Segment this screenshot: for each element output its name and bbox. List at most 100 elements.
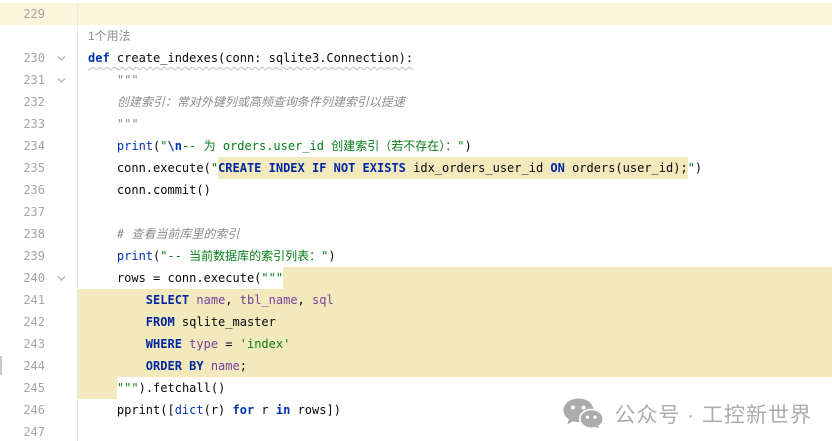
line-number[interactable]: 233 [0, 113, 45, 135]
code-token: , [298, 289, 312, 311]
fold-gutter-space [45, 399, 77, 421]
code-token: conn.execute( [88, 157, 211, 179]
code-content[interactable]: print("\n-- 为 orders.user_id 创建索引（若不存在）：… [78, 135, 832, 157]
line-number[interactable]: 246 [0, 399, 45, 421]
line-number[interactable]: 238 [0, 223, 45, 245]
code-line: 230 def create_indexes(conn: sqlite3.Conn… [0, 47, 832, 69]
code-token: SELECT [146, 289, 189, 311]
code-content[interactable]: FROM sqlite_master [78, 311, 832, 333]
code-content[interactable]: 1个用法 [78, 25, 832, 47]
line-number[interactable]: 245 [0, 377, 45, 399]
code-content[interactable]: def create_indexes(conn: sqlite3.Connect… [78, 47, 832, 69]
fold-gutter-space [45, 333, 77, 355]
code-line: 234 print("\n-- 为 orders.user_id 创建索引（若不… [0, 135, 832, 157]
line-number[interactable]: 234 [0, 135, 45, 157]
code-token: ) [695, 157, 702, 179]
code-content[interactable]: """).fetchall() [78, 377, 832, 399]
fold-gutter-space [45, 245, 77, 267]
code-token: """ [117, 377, 139, 399]
code-content[interactable]: """ [78, 69, 832, 91]
usages-inlay-hint[interactable]: 1个用法 [88, 25, 131, 47]
gutter: 244 [0, 355, 78, 377]
code-content[interactable]: ORDER BY name; [78, 355, 832, 377]
code-token: idx_orders_user_id [406, 157, 551, 179]
code-content[interactable]: print("-- 当前数据库的索引列表：") [78, 245, 832, 267]
fold-chevron-icon[interactable] [45, 47, 77, 69]
code-line: 1个用法 [0, 25, 832, 47]
code-content[interactable]: WHERE type = 'index' [78, 333, 832, 355]
code-token: print [117, 135, 153, 157]
fold-gutter-space [45, 113, 77, 135]
code-content[interactable]: """ [78, 113, 832, 135]
fold-gutter-space [45, 223, 77, 245]
line-number[interactable]: 231 [0, 69, 45, 91]
code-token [189, 289, 196, 311]
gutter: 241 [0, 289, 78, 311]
code-token: -- 为 orders.user_id 创建索引（若不存在）： [182, 135, 457, 157]
code-token: sql [312, 289, 334, 311]
line-number[interactable]: 232 [0, 91, 45, 113]
line-number[interactable] [0, 25, 45, 47]
code-line: 232 创建索引：常对外键列或高频查询条件列建索引以提速 [0, 91, 832, 113]
code-lines: 229 1个用法 230 def create_indexes(conn: sqlit… [0, 3, 832, 441]
code-token: def [88, 47, 117, 69]
code-token: " [457, 135, 464, 157]
line-number[interactable]: 237 [0, 201, 45, 223]
code-token: rows = conn.execute( [88, 267, 261, 289]
line-number[interactable]: 244 [0, 355, 45, 377]
code-content[interactable] [78, 3, 832, 25]
code-content[interactable]: conn.commit() [78, 179, 832, 201]
code-token: ON [550, 157, 564, 179]
code-token: # 查看当前库里的索引 [88, 223, 239, 245]
gutter: 247 [0, 421, 78, 441]
code-token: 创建索引：常对外键列或高频查询条件列建索引以提速 [88, 91, 405, 113]
fold-gutter-space [45, 135, 77, 157]
code-line: 246 pprint([dict(r) for r in rows]) [0, 399, 832, 421]
code-token: """ [88, 69, 139, 91]
code-line: 236 conn.commit() [0, 179, 832, 201]
code-token: \n [168, 135, 182, 157]
code-content[interactable] [78, 201, 832, 223]
line-number[interactable]: 240 [0, 267, 45, 289]
code-token: print [117, 245, 153, 267]
fold-gutter-space [45, 311, 77, 333]
line-number[interactable]: 239 [0, 245, 45, 267]
code-content[interactable]: rows = conn.execute(""" [78, 267, 832, 289]
code-token: (r) [204, 399, 233, 421]
code-line: 242 FROM sqlite_master [0, 311, 832, 333]
code-token: r [254, 399, 276, 421]
code-token: ORDER BY [146, 355, 204, 377]
line-number[interactable]: 247 [0, 421, 45, 441]
gutter: 240 [0, 267, 78, 289]
code-content[interactable]: SELECT name, tbl_name, sql [78, 289, 832, 311]
code-token: orders(user_id); [565, 157, 688, 179]
code-token [88, 245, 117, 267]
code-token: sqlite_master [175, 311, 276, 333]
gutter: 242 [0, 311, 78, 333]
code-content[interactable]: conn.execute("CREATE INDEX IF NOT EXISTS… [78, 157, 832, 179]
fold-chevron-icon[interactable] [45, 69, 77, 91]
code-token [204, 355, 211, 377]
line-number[interactable]: 235 [0, 157, 45, 179]
code-token: " [688, 157, 695, 179]
code-token: dict [175, 399, 204, 421]
code-content[interactable] [78, 421, 832, 441]
gutter: 238 [0, 223, 78, 245]
code-token: in [276, 399, 290, 421]
line-number[interactable]: 241 [0, 289, 45, 311]
code-token: create_indexes(conn: sqlite3.Connection)… [117, 47, 413, 69]
code-token: ).fetchall() [139, 377, 226, 399]
line-number[interactable]: 243 [0, 333, 45, 355]
fold-gutter-space [45, 157, 77, 179]
line-number[interactable]: 242 [0, 311, 45, 333]
code-content[interactable]: # 查看当前库里的索引 [78, 223, 832, 245]
line-number[interactable]: 229 [0, 3, 45, 25]
line-number[interactable]: 230 [0, 47, 45, 69]
code-content[interactable]: pprint([dict(r) for r in rows]) [78, 399, 832, 421]
code-token: for [233, 399, 255, 421]
fold-chevron-icon[interactable] [45, 267, 77, 289]
code-content[interactable]: 创建索引：常对外键列或高频查询条件列建索引以提速 [78, 91, 832, 113]
code-line: 240 rows = conn.execute(""" [0, 267, 832, 289]
code-token: ) [328, 245, 335, 267]
line-number[interactable]: 236 [0, 179, 45, 201]
